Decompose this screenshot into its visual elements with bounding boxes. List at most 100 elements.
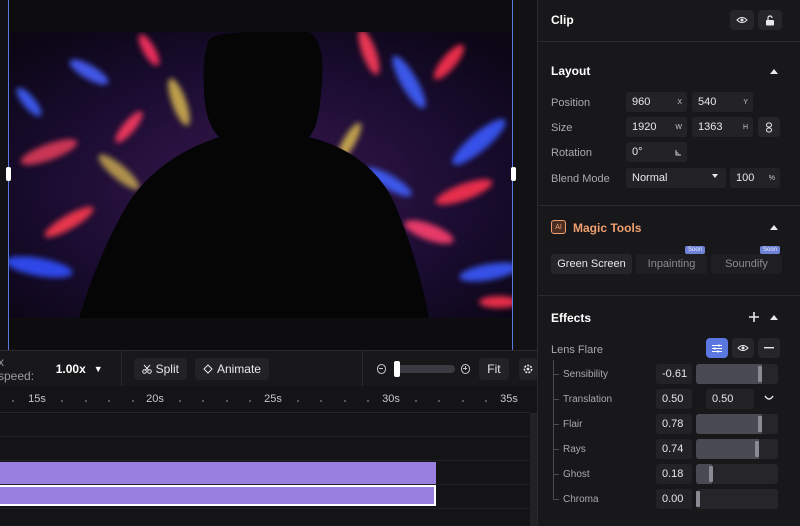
opacity-field[interactable]: 100% xyxy=(730,168,780,188)
translation-x-value: 0.50 xyxy=(662,393,684,405)
size-label: Size xyxy=(551,122,573,134)
timeline[interactable]: 15s 20s 25s 30s 35s xyxy=(0,386,537,526)
tick-dot xyxy=(438,400,440,402)
animate-button[interactable]: Animate xyxy=(194,357,269,380)
slider-fill xyxy=(696,439,760,459)
effect-name: Lens Flare xyxy=(551,344,603,356)
clip-bar-selected[interactable] xyxy=(0,485,436,506)
minus-icon xyxy=(764,347,774,349)
translation-x-field[interactable]: 0.50 xyxy=(656,389,692,409)
playback-toolbar: x speed: 1.00x ▼ Split Animate Fit xyxy=(0,350,538,387)
unit-label: Y xyxy=(743,98,748,106)
soon-badge: Soon xyxy=(759,246,780,254)
position-y-field[interactable]: 540 Y xyxy=(692,92,753,112)
sensibility-slider[interactable] xyxy=(696,364,778,384)
lock-button[interactable] xyxy=(758,10,782,30)
tick-label: 35s xyxy=(500,393,518,405)
resize-handle-right[interactable] xyxy=(511,167,516,181)
size-width-field[interactable]: 1920 W xyxy=(626,117,687,137)
effect-visibility-button[interactable] xyxy=(732,338,754,358)
chroma-field[interactable]: 0.00 xyxy=(656,489,692,509)
chevron-down-icon xyxy=(712,174,718,178)
time-ruler[interactable]: 15s 20s 25s 30s 35s xyxy=(0,386,530,413)
clip-header: Clip xyxy=(538,0,800,42)
tab-green-screen[interactable]: Green Screen xyxy=(551,254,632,274)
zoom-slider[interactable] xyxy=(394,360,455,377)
track-row[interactable] xyxy=(0,437,530,461)
effect-settings-button[interactable] xyxy=(706,338,728,358)
param-label-sensibility: Sensibility xyxy=(563,369,609,380)
rays-field[interactable]: 0.74 xyxy=(656,439,692,459)
zoom-out-icon[interactable] xyxy=(376,363,387,374)
translation-y-value: 0.50 xyxy=(712,393,734,405)
ai-badge: AI xyxy=(551,220,566,234)
rays-slider[interactable] xyxy=(696,439,778,459)
effects-section: Effects Lens Flare Sensibility -0.61 Tra… xyxy=(538,296,800,526)
tab-soundify[interactable]: Soundify Soon xyxy=(711,246,782,274)
slider-knob[interactable] xyxy=(709,466,713,482)
collapse-magic-icon[interactable] xyxy=(770,225,778,230)
size-height-field[interactable]: 1363 H xyxy=(692,117,753,137)
flair-field[interactable]: 0.78 xyxy=(656,414,692,434)
track-row[interactable] xyxy=(0,485,530,509)
tree-branch xyxy=(553,474,559,475)
effects-title: Effects xyxy=(551,311,592,325)
fit-button[interactable]: Fit xyxy=(479,357,509,380)
unlock-icon xyxy=(766,14,774,25)
scissors-icon xyxy=(141,364,152,374)
split-button[interactable]: Split xyxy=(133,357,187,380)
visibility-button[interactable] xyxy=(730,10,754,30)
chroma-slider[interactable] xyxy=(696,489,778,509)
slider-knob[interactable] xyxy=(755,441,759,457)
blend-mode-label: Blend Mode xyxy=(551,173,610,185)
tick-label: 15s xyxy=(28,393,46,405)
blend-mode-select[interactable]: Normal xyxy=(626,168,726,188)
clip-bar[interactable] xyxy=(0,462,436,484)
collapse-layout-icon[interactable] xyxy=(770,69,778,74)
tick-dot xyxy=(462,400,464,402)
layout-section: Layout Position 960 X 540 Y Size 1920 W 136… xyxy=(538,42,800,206)
position-x-value: 960 xyxy=(632,96,651,108)
chevron-down-icon[interactable]: ▼ xyxy=(94,364,103,374)
tree-branch xyxy=(553,374,559,375)
animate-label: Animate xyxy=(216,361,261,376)
position-x-field[interactable]: 960 X xyxy=(626,92,687,112)
add-effect-icon[interactable] xyxy=(749,312,759,322)
link-toggle-icon[interactable] xyxy=(764,395,774,401)
remove-effect-button[interactable] xyxy=(758,338,780,358)
zoom-in-icon[interactable] xyxy=(460,363,471,374)
eye-icon xyxy=(736,17,748,23)
track-row[interactable] xyxy=(0,509,530,526)
speed-dropdown[interactable]: 1.00x xyxy=(56,362,86,376)
tick-dot xyxy=(61,400,63,402)
tick-dot xyxy=(132,400,134,402)
video-preview[interactable] xyxy=(8,0,513,350)
tree-branch xyxy=(553,399,559,400)
tick-dot xyxy=(415,400,417,402)
sensibility-field[interactable]: -0.61 xyxy=(656,364,692,384)
tick-label: 20s xyxy=(146,393,164,405)
track-row[interactable] xyxy=(0,413,530,437)
flair-slider[interactable] xyxy=(696,414,778,434)
tab-inpainting[interactable]: Inpainting Soon xyxy=(636,246,707,274)
slider-knob[interactable] xyxy=(696,491,700,507)
tree-branch xyxy=(553,424,559,425)
aspect-lock-button[interactable] xyxy=(758,117,780,137)
divider xyxy=(361,350,363,387)
zoom-slider-knob[interactable] xyxy=(394,360,401,377)
rotation-field[interactable]: 0° xyxy=(626,142,687,162)
gear-icon xyxy=(523,364,533,373)
unit-label: H xyxy=(742,123,748,131)
track-row[interactable] xyxy=(0,461,530,485)
tick-dot xyxy=(297,400,299,402)
slider-knob[interactable] xyxy=(758,366,762,382)
angle-icon xyxy=(675,149,681,155)
ghost-field[interactable]: 0.18 xyxy=(656,464,692,484)
timeline-scrollbar[interactable] xyxy=(530,413,537,526)
settings-button[interactable] xyxy=(518,357,538,380)
collapse-effects-icon[interactable] xyxy=(770,315,778,320)
ghost-slider[interactable] xyxy=(696,464,778,484)
slider-knob[interactable] xyxy=(758,416,762,432)
translation-y-field[interactable]: 0.50 xyxy=(706,389,754,409)
resize-handle-left[interactable] xyxy=(6,167,11,181)
